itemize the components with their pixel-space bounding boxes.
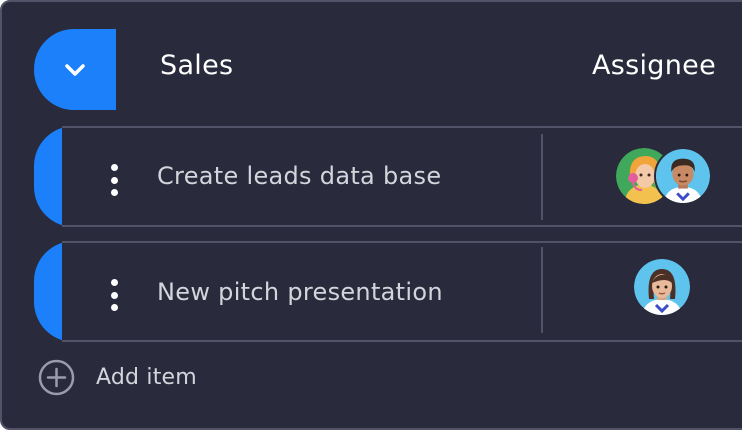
chevron-down-icon [65,63,85,76]
add-item-button[interactable]: Add item [38,359,197,396]
assignee-avatars[interactable] [616,147,712,205]
avatar-man-curly-hair-icon [656,149,710,203]
row-label[interactable]: Create leads data base [157,162,441,190]
column-divider [541,134,543,220]
avatar-woman-long-hair-icon [634,259,690,315]
row-label[interactable]: New pitch presentation [157,278,443,306]
drag-handle-icon[interactable] [108,164,120,196]
avatar[interactable] [634,259,690,315]
board-panel: Sales Assignee Create leads data base Ne… [0,0,742,430]
plus-circle-icon [38,359,75,396]
table-row[interactable]: New pitch presentation [34,241,742,342]
column-divider [541,247,543,333]
group-header: Sales Assignee [2,2,742,122]
column-header-assignee: Assignee [592,50,716,81]
group-title: Sales [160,50,234,81]
add-item-label: Add item [96,365,197,390]
assignee-avatars[interactable] [634,259,690,315]
drag-handle-icon[interactable] [108,279,120,311]
collapse-group-button[interactable] [34,29,116,110]
avatar[interactable] [654,147,712,205]
table-row[interactable]: Create leads data base [34,126,742,227]
